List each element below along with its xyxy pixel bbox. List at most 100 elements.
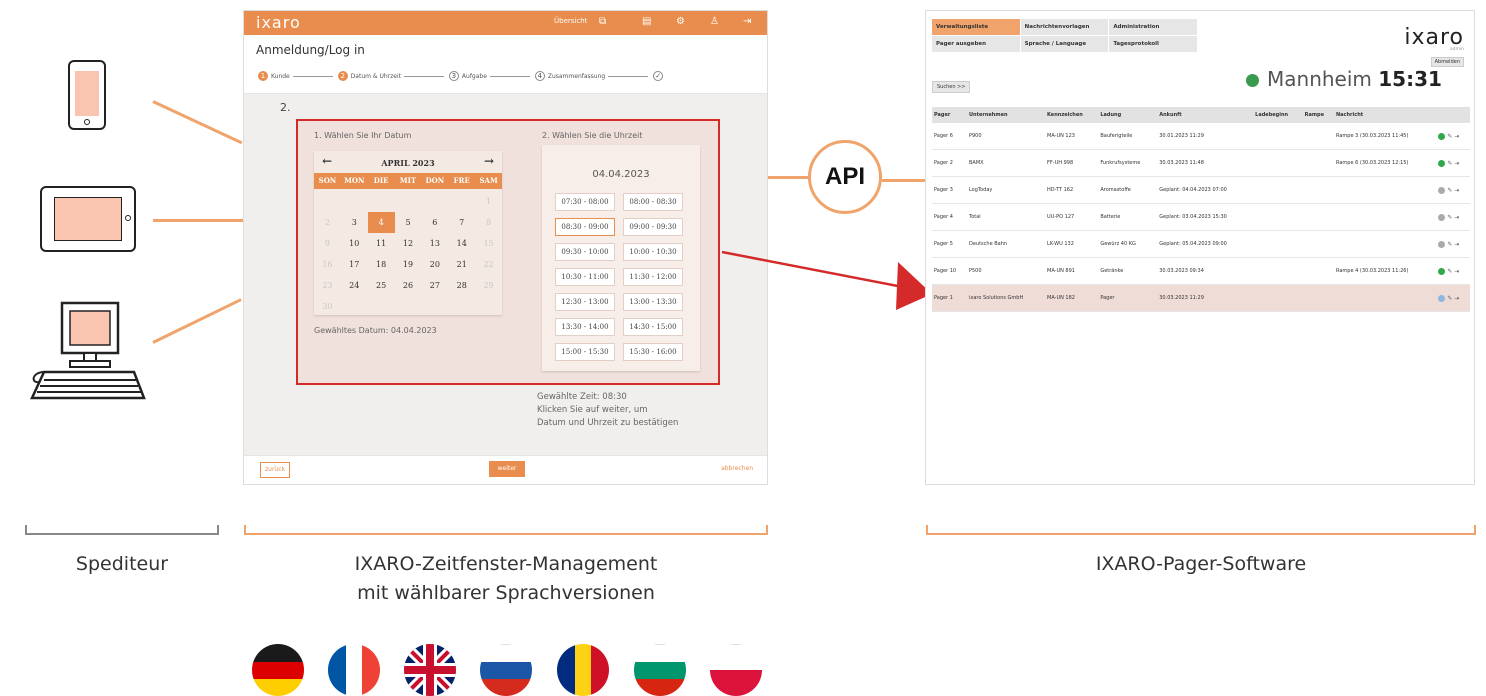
time-slot-button[interactable]: 11:30 - 12:00 bbox=[623, 268, 683, 286]
menu-item-pager-ausgeben[interactable]: Pager ausgeben bbox=[932, 36, 1021, 53]
exit-icon[interactable]: ⇥ bbox=[1454, 214, 1459, 221]
calendar-day[interactable]: 11 bbox=[368, 233, 395, 254]
calendar-day[interactable]: 20 bbox=[421, 254, 448, 275]
calendar-day-empty bbox=[395, 191, 422, 212]
calendar-day[interactable]: 12 bbox=[395, 233, 422, 254]
table-cell-empty bbox=[1302, 149, 1334, 177]
edit-icon[interactable]: ✎ bbox=[1447, 133, 1452, 140]
calendar-day[interactable]: 17 bbox=[341, 254, 368, 275]
menu-item-sprache[interactable]: Sprache / Language bbox=[1020, 36, 1110, 53]
calendar-day[interactable]: 6 bbox=[421, 212, 448, 233]
time-slot-button[interactable]: 09:00 - 09:30 bbox=[623, 218, 683, 236]
time-slot-button[interactable]: 12:30 - 13:00 bbox=[555, 293, 615, 311]
time-slot-button[interactable]: 13:30 - 14:00 bbox=[555, 318, 615, 336]
exit-icon[interactable]: ⇥ bbox=[1454, 133, 1459, 140]
menu-item-verwaltungsliste[interactable]: Verwaltungsliste bbox=[932, 19, 1021, 36]
calendar-day[interactable]: 24 bbox=[341, 275, 368, 296]
flag-germany-icon[interactable] bbox=[252, 644, 304, 696]
time-slot-button[interactable]: 15:30 - 16:00 bbox=[623, 343, 683, 361]
time-slot-button[interactable]: 08:00 - 08:30 bbox=[623, 193, 683, 211]
time-slot-button[interactable]: 09:30 - 10:00 bbox=[555, 243, 615, 261]
time-slot-button[interactable]: 10:30 - 11:00 bbox=[555, 268, 615, 286]
flag-russia-icon[interactable] bbox=[480, 644, 532, 696]
cancel-button[interactable]: abbrechen bbox=[721, 465, 753, 472]
edit-icon[interactable]: ✎ bbox=[1447, 214, 1452, 221]
table-row[interactable]: Pager 2 BAMX FF-UH 998 Funkrufsysteme 30.03.… bbox=[932, 149, 1470, 177]
nav-overview-link[interactable]: Übersicht bbox=[554, 17, 587, 25]
exit-icon[interactable]: ⇥ bbox=[1454, 241, 1459, 248]
next-month-arrow-icon[interactable]: → bbox=[484, 154, 494, 168]
back-button[interactable]: zurück bbox=[260, 462, 290, 478]
external-link-icon[interactable]: ⧉ bbox=[599, 16, 606, 27]
menu-item-tagesprotokoll[interactable]: Tagesprotokoll bbox=[1109, 36, 1198, 53]
step-progress: 1 Kunde 2 Datum & Uhrzeit 3 Aufgabe 4 Zusamm… bbox=[258, 71, 664, 81]
calendar-day[interactable]: 5 bbox=[395, 212, 422, 233]
calendar-day[interactable]: 4 bbox=[367, 212, 395, 233]
table-cell-cargo: Bauferigteile bbox=[1098, 123, 1158, 150]
exit-icon[interactable]: ⇥ bbox=[1454, 187, 1459, 194]
calendar-day[interactable]: 10 bbox=[341, 233, 368, 254]
calendar-day[interactable]: 14 bbox=[448, 233, 475, 254]
table-row[interactable]: Pager 3 LogToday HD-TT 162 Aromastoffe Gepla… bbox=[932, 176, 1470, 204]
calendar-day[interactable]: 16 bbox=[314, 254, 341, 275]
table-cell-plate: MA-UN 182 bbox=[1045, 284, 1099, 312]
calendar-day[interactable]: 19 bbox=[395, 254, 422, 275]
calendar-day[interactable]: 22 bbox=[475, 254, 502, 275]
flag-bulgaria-icon[interactable] bbox=[634, 644, 686, 696]
table-row[interactable]: Pager 4 Total UU-PO 127 Batterie Geplant: 03… bbox=[932, 203, 1470, 231]
calendar-day[interactable]: 3 bbox=[341, 212, 368, 233]
time-slot-button[interactable]: 08:30 - 09:00 bbox=[555, 218, 615, 236]
flag-united-kingdom-icon[interactable] bbox=[404, 644, 456, 696]
calendar-day[interactable]: 13 bbox=[421, 233, 448, 254]
edit-icon[interactable]: ✎ bbox=[1447, 295, 1452, 302]
calendar-day[interactable]: 7 bbox=[448, 212, 475, 233]
calendar-day[interactable]: 30 bbox=[314, 296, 341, 317]
step-3-label: Aufgabe bbox=[461, 72, 487, 80]
exit-icon[interactable]: ⇥ bbox=[1454, 160, 1459, 167]
exit-icon[interactable]: ⇥ bbox=[1454, 268, 1459, 275]
edit-icon[interactable]: ✎ bbox=[1447, 187, 1452, 194]
table-cell-cargo: Batterie bbox=[1098, 203, 1158, 231]
time-slot-button[interactable]: 13:00 - 13:30 bbox=[623, 293, 683, 311]
logout-button[interactable]: Abmelden bbox=[1430, 57, 1464, 67]
calendar-day[interactable]: 15 bbox=[475, 233, 502, 254]
calendar-day[interactable]: 25 bbox=[368, 275, 395, 296]
antenna-icon bbox=[1246, 74, 1259, 87]
calendar-day[interactable]: 29 bbox=[475, 275, 502, 296]
status-dot-icon bbox=[1438, 159, 1446, 167]
edit-icon[interactable]: ✎ bbox=[1447, 268, 1452, 275]
table-row[interactable]: Pager 10 P500 MA-UN 891 Getränke 30.03.2023 … bbox=[932, 257, 1470, 285]
time-slot-button[interactable]: 07:30 - 08:00 bbox=[555, 193, 615, 211]
calendar-day[interactable]: 8 bbox=[475, 212, 502, 233]
calendar-day[interactable]: 28 bbox=[448, 275, 475, 296]
flag-romania-icon[interactable] bbox=[557, 644, 609, 696]
calendar-day[interactable]: 26 bbox=[395, 275, 422, 296]
user-icon[interactable]: ♙ bbox=[710, 16, 719, 27]
next-button[interactable]: weiter bbox=[489, 461, 525, 477]
calendar-day[interactable]: 21 bbox=[448, 254, 475, 275]
flag-france-icon[interactable] bbox=[328, 644, 380, 696]
logout-icon[interactable]: ⇥ bbox=[743, 16, 751, 27]
calendar-icon[interactable]: ▤ bbox=[642, 16, 651, 27]
weekday-label: SAM bbox=[479, 176, 498, 185]
time-slot-button[interactable]: 10:00 - 10:30 bbox=[623, 243, 683, 261]
menu-item-administration[interactable]: Administration bbox=[1109, 19, 1198, 36]
calendar-day[interactable]: 2 bbox=[314, 212, 341, 233]
calendar-day[interactable]: 9 bbox=[314, 233, 341, 254]
table-row[interactable]: Pager 6 P900 MA-UN 123 Bauferigteile 30.01.2… bbox=[932, 123, 1470, 150]
gear-icon[interactable]: ⚙ bbox=[676, 16, 685, 27]
edit-icon[interactable]: ✎ bbox=[1447, 241, 1452, 248]
time-slot-button[interactable]: 14:30 - 15:00 bbox=[623, 318, 683, 336]
edit-icon[interactable]: ✎ bbox=[1447, 160, 1452, 167]
flag-poland-icon[interactable] bbox=[710, 644, 762, 696]
exit-icon[interactable]: ⇥ bbox=[1454, 295, 1459, 302]
table-row[interactable]: Pager 5 Deutsche Bahn LK-WU 132 Gewürz 40 K… bbox=[932, 230, 1470, 258]
time-slot-button[interactable]: 15:00 - 15:30 bbox=[555, 343, 615, 361]
menu-item-nachrichtenvorlagen[interactable]: Nachrichtenvorlagen bbox=[1020, 19, 1110, 36]
table-row[interactable]: Pager 1 ixaro Solutions GmbH MA-UN 182 Page… bbox=[932, 284, 1470, 312]
calendar-day[interactable]: 18 bbox=[368, 254, 395, 275]
calendar-day[interactable]: 27 bbox=[421, 275, 448, 296]
calendar-day[interactable]: 1 bbox=[475, 191, 502, 212]
search-button[interactable]: Suchen >> bbox=[932, 81, 971, 93]
calendar-day[interactable]: 23 bbox=[314, 275, 341, 296]
